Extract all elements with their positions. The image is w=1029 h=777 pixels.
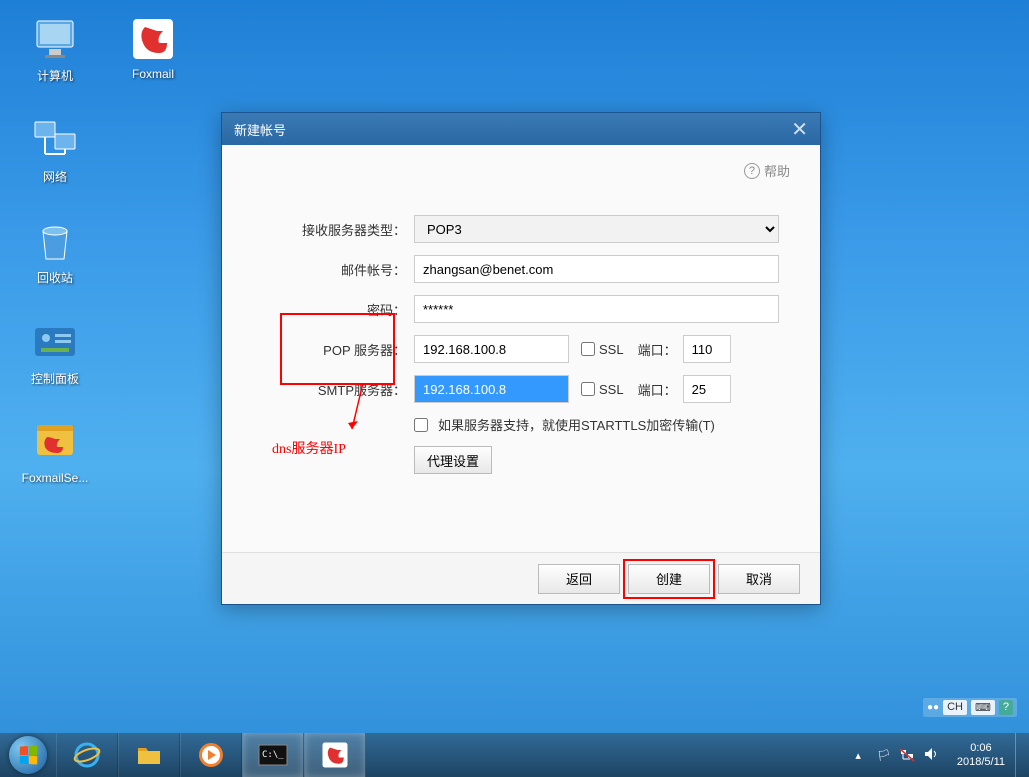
smtp-server-input[interactable]	[414, 375, 569, 403]
desktop-label-network: 网络	[43, 168, 67, 185]
account-form: 接收服务器类型： POP3 邮件帐号： 密码： POP 服务器： SSL 端口：	[252, 215, 790, 474]
cmd-icon: C:\_	[257, 743, 289, 767]
back-button[interactable]: 返回	[538, 564, 620, 594]
desktop-label-foxmail-server: FoxmailSe...	[22, 471, 89, 485]
label-smtp-ssl: SSL	[599, 382, 624, 397]
taskbar-foxmail[interactable]	[304, 733, 366, 777]
tray-overflow-icon[interactable]: ▴	[847, 749, 869, 762]
label-password: 密码：	[252, 300, 414, 319]
desktop-icons: 计算机 Foxmail 网络	[15, 15, 193, 485]
foxmail-icon	[129, 15, 177, 63]
label-smtp-server: SMTP服务器：	[252, 380, 414, 399]
help-icon: ?	[744, 163, 760, 179]
email-input[interactable]	[414, 255, 779, 283]
tray-time: 0:06	[957, 741, 1005, 755]
close-icon[interactable]: ✕	[791, 117, 808, 142]
proxy-settings-button[interactable]: 代理设置	[414, 446, 492, 474]
label-pop-server: POP 服务器：	[252, 340, 414, 359]
label-email: 邮件帐号：	[252, 260, 414, 279]
starttls-checkbox[interactable]	[414, 418, 428, 432]
desktop-icon-foxmail[interactable]: Foxmail	[113, 15, 193, 84]
help-link[interactable]: ? 帮助	[744, 161, 790, 180]
foxmail-server-icon	[31, 419, 79, 467]
desktop-icon-network[interactable]: 网络	[15, 116, 95, 185]
pop-ssl-checkbox[interactable]	[581, 342, 595, 356]
smtp-ssl-checkbox[interactable]	[581, 382, 595, 396]
tray-clock[interactable]: 0:06 2018/5/11	[947, 741, 1015, 770]
ime-bar[interactable]: ●● CH ⌨ ?	[923, 698, 1017, 717]
network-icon	[31, 116, 79, 164]
media-player-icon	[196, 740, 226, 770]
dialog-body: ? 帮助 接收服务器类型： POP3 邮件帐号： 密码： POP 服务器：	[222, 145, 820, 496]
label-server-type: 接收服务器类型：	[252, 220, 414, 239]
start-orb-icon	[9, 736, 47, 774]
taskbar-cmd[interactable]: C:\_	[242, 733, 304, 777]
system-tray: ▴ 🏳 0:06 2018/5/11	[847, 733, 1029, 777]
pop-server-input[interactable]	[414, 335, 569, 363]
label-pop-ssl: SSL	[599, 342, 624, 357]
ime-help-icon[interactable]: ?	[999, 700, 1013, 715]
desktop-icon-foxmail-server[interactable]: FoxmailSe...	[15, 419, 95, 485]
taskbar-explorer[interactable]	[118, 733, 180, 777]
taskbar-items: C:\_	[56, 733, 366, 777]
desktop-label-recycle: 回收站	[37, 269, 73, 286]
new-account-dialog: 新建帐号 ✕ ? 帮助 接收服务器类型： POP3 邮件帐号： 密码：	[221, 112, 821, 605]
folder-icon	[134, 740, 164, 770]
taskbar-media-player[interactable]	[180, 733, 242, 777]
ime-kbd-icon[interactable]: ⌨	[971, 700, 995, 715]
label-starttls: 如果服务器支持，就使用STARTTLS加密传输(T)	[438, 415, 715, 434]
dialog-titlebar[interactable]: 新建帐号 ✕	[222, 113, 820, 145]
foxmail-taskbar-icon	[320, 740, 350, 770]
svg-text:C:\_: C:\_	[262, 750, 284, 760]
taskbar: C:\_ ▴ 🏳 0:06 2018/5/11	[0, 733, 1029, 777]
dialog-footer: 返回 创建 取消	[222, 552, 820, 604]
cancel-button[interactable]: 取消	[718, 564, 800, 594]
desktop-label-control-panel: 控制面板	[31, 370, 79, 387]
ie-icon	[72, 740, 102, 770]
ime-lang[interactable]: CH	[943, 700, 967, 715]
computer-icon	[31, 15, 79, 63]
annotation-text: dns服务器IP	[272, 438, 346, 458]
tray-flag-icon[interactable]: 🏳	[877, 749, 891, 762]
recycle-bin-icon	[31, 217, 79, 265]
desktop-icon-computer[interactable]: 计算机	[15, 15, 95, 84]
taskbar-ie[interactable]	[56, 733, 118, 777]
dialog-title: 新建帐号	[234, 120, 286, 139]
desktop-label-foxmail: Foxmail	[132, 67, 174, 81]
tray-volume-icon[interactable]	[923, 746, 939, 765]
label-smtp-port: 端口：	[638, 380, 677, 399]
start-button[interactable]	[0, 733, 56, 777]
control-panel-icon	[31, 318, 79, 366]
desktop-icon-control-panel[interactable]: 控制面板	[15, 318, 95, 387]
help-label: 帮助	[764, 161, 790, 180]
desktop-label-computer: 计算机	[37, 67, 73, 84]
desktop-icon-recycle[interactable]: 回收站	[15, 217, 95, 286]
password-input[interactable]	[414, 295, 779, 323]
tray-network-icon[interactable]	[899, 746, 915, 765]
pop-port-input[interactable]	[683, 335, 731, 363]
label-pop-port: 端口：	[638, 340, 677, 359]
tray-date: 2018/5/11	[957, 755, 1005, 769]
show-desktop-button[interactable]	[1015, 733, 1029, 777]
server-type-select[interactable]: POP3	[414, 215, 779, 243]
create-button[interactable]: 创建	[628, 564, 710, 594]
smtp-port-input[interactable]	[683, 375, 731, 403]
